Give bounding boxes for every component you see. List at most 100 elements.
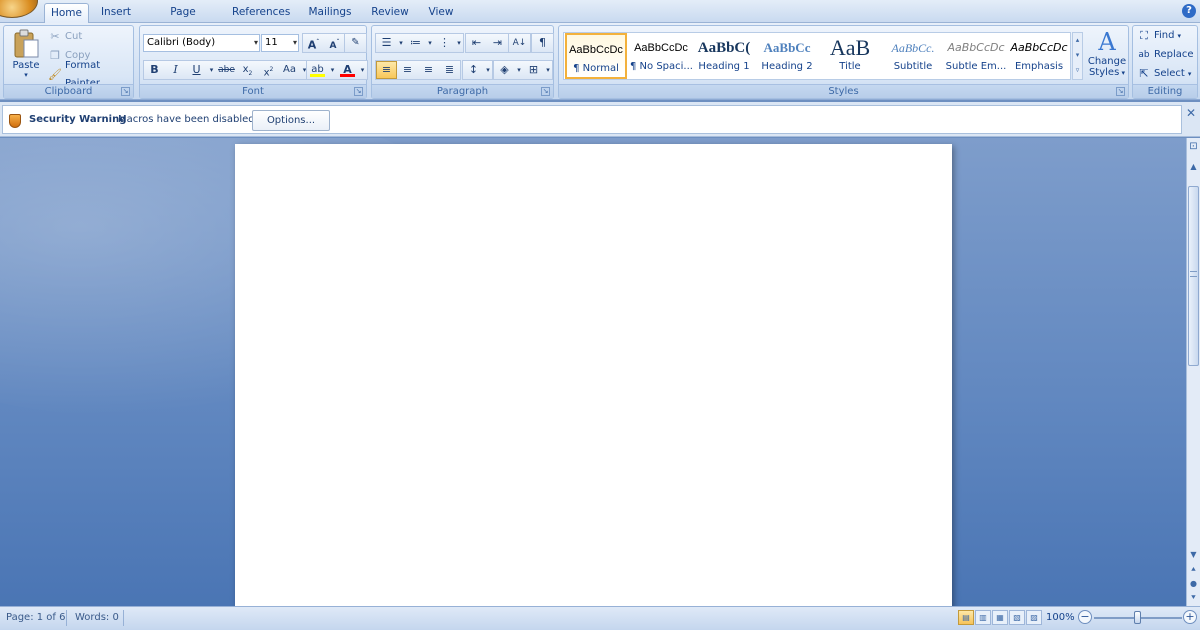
underline-dropdown-icon[interactable]: ▾ (207, 61, 216, 79)
tab-review[interactable]: Review (367, 3, 413, 23)
multilevel-dropdown-icon[interactable]: ▾ (455, 34, 463, 52)
tab-references[interactable]: References (228, 3, 292, 23)
borders-icon[interactable]: ⊞ (523, 61, 544, 79)
strikethrough-icon[interactable]: abe (216, 61, 237, 79)
paste-button[interactable]: Paste ▾ (8, 29, 44, 85)
zoom-slider-thumb[interactable] (1134, 611, 1141, 624)
print-layout-view-button[interactable]: ▤ (958, 610, 974, 625)
close-message-bar-icon[interactable]: ✕ (1186, 106, 1196, 120)
style-emphasis[interactable]: AaBbCcDc Emphasis (1008, 33, 1070, 79)
clipboard-dialog-launcher[interactable]: ↘ (121, 87, 130, 96)
draft-view-button[interactable]: ▨ (1026, 610, 1042, 625)
scroll-up-arrow-icon[interactable]: ▲ (1187, 160, 1200, 173)
decrease-indent-icon[interactable]: ⇤ (466, 34, 487, 52)
style-subtitle[interactable]: AaBbCc. Subtitle (882, 33, 944, 79)
style-no-spacing[interactable]: AaBbCcDc ¶ No Spaci... (630, 33, 692, 79)
highlight-color-icon[interactable]: ab (307, 61, 328, 79)
numbering-icon[interactable]: ≔ (405, 34, 426, 52)
justify-icon[interactable]: ≣ (439, 61, 460, 79)
office-button[interactable] (0, 0, 38, 18)
cut-button[interactable]: ✂ Cut (48, 28, 82, 46)
multilevel-list-icon[interactable]: ⋮ (434, 34, 455, 52)
format-painter-button[interactable]: 🖌Format Painter (48, 60, 133, 89)
increase-indent-icon[interactable]: ⇥ (487, 34, 508, 52)
style-normal[interactable]: AaBbCcDc ¶ Normal (565, 33, 627, 79)
outline-view-button[interactable]: ▧ (1009, 610, 1025, 625)
zoom-in-button[interactable]: + (1183, 610, 1197, 624)
paste-dropdown-icon[interactable]: ▾ (8, 71, 44, 79)
bullets-dropdown-icon[interactable]: ▾ (397, 34, 405, 52)
underline-icon[interactable]: U (186, 61, 207, 79)
sort-button[interactable]: A↓ (508, 33, 531, 53)
shading-border-toolbar: ◈ ▾ ⊞ ▾ (493, 60, 553, 80)
superscript-icon[interactable]: x2 (258, 61, 279, 79)
bold-icon[interactable]: B (144, 61, 165, 79)
align-right-icon[interactable]: ≡ (418, 61, 439, 79)
styles-gallery-scroll[interactable]: ▴ ▾ ▿ (1072, 32, 1083, 80)
align-left-icon[interactable]: ≡ (376, 61, 397, 79)
style-title[interactable]: AaB Title (819, 33, 881, 79)
show-marks-button[interactable]: ¶ (531, 33, 554, 53)
zoom-out-button[interactable]: − (1078, 610, 1092, 624)
select-button[interactable]: ⇱ Select ▾ (1137, 65, 1191, 83)
shading-icon[interactable]: ◈ (494, 61, 515, 79)
security-options-button[interactable]: Options... (252, 110, 330, 131)
bullets-icon[interactable]: ☰ (376, 34, 397, 52)
font-size-combo[interactable]: 11 ▾ (261, 34, 299, 52)
document-workspace (0, 138, 1186, 606)
style-heading-2[interactable]: AaBbCc Heading 2 (756, 33, 818, 79)
replace-label: Replace (1154, 49, 1194, 60)
document-page[interactable] (235, 144, 952, 606)
ruler-toggle-icon[interactable]: ⊡ (1187, 140, 1200, 156)
scroll-down-arrow-icon[interactable]: ▼ (1187, 548, 1200, 561)
tab-home[interactable]: Home (44, 3, 89, 23)
tab-page-layout[interactable]: Page Layout (148, 3, 218, 36)
shading-dropdown-icon[interactable]: ▾ (515, 61, 523, 79)
highlight-dropdown-icon[interactable]: ▾ (328, 61, 337, 79)
previous-page-icon[interactable]: ⯅ (1187, 563, 1200, 576)
security-warning-bar: Security Warning Macros have been disabl… (2, 105, 1182, 134)
find-button[interactable]: ⛶ Find ▾ (1137, 27, 1181, 45)
browse-object-icon[interactable]: ● (1187, 577, 1200, 590)
next-page-icon[interactable]: ⯆ (1187, 591, 1200, 604)
tab-insert[interactable]: Insert (96, 3, 136, 23)
page-count-status[interactable]: Page: 1 of 6 (6, 611, 65, 625)
paragraph-dialog-launcher[interactable]: ↘ (541, 87, 550, 96)
numbering-dropdown-icon[interactable]: ▾ (426, 34, 434, 52)
help-icon[interactable]: ? (1182, 4, 1196, 18)
font-name-combo[interactable]: Calibri (Body) ▾ (143, 34, 260, 52)
clear-formatting-button[interactable]: ✎ (344, 33, 367, 53)
align-center-icon[interactable]: ≡ (397, 61, 418, 79)
shrink-font-icon[interactable]: Aˇ (324, 34, 345, 52)
styles-dialog-launcher[interactable]: ↘ (1116, 87, 1125, 96)
select-dropdown-icon[interactable]: ▾ (1188, 65, 1192, 83)
replace-button[interactable]: ab Replace (1137, 46, 1194, 64)
line-spacing-button[interactable]: ↕ ▾ (462, 60, 493, 80)
font-color-dropdown-icon[interactable]: ▾ (358, 61, 367, 79)
font-size-dropdown-icon[interactable]: ▾ (293, 35, 297, 51)
change-case-icon[interactable]: Aa (279, 61, 300, 79)
change-styles-button[interactable]: A Change Styles ▾ (1087, 28, 1127, 84)
find-label: Find (1154, 30, 1175, 41)
line-spacing-icon: ↕ (468, 63, 479, 76)
font-dialog-launcher[interactable]: ↘ (354, 87, 363, 96)
style-heading-1[interactable]: AaBbC( Heading 1 (693, 33, 755, 79)
italic-icon[interactable]: I (165, 61, 186, 79)
line-spacing-dropdown-icon[interactable]: ▾ (484, 61, 492, 79)
subscript-icon[interactable]: x2 (237, 61, 258, 79)
zoom-level-label[interactable]: 100% (1046, 611, 1075, 625)
find-dropdown-icon[interactable]: ▾ (1178, 27, 1182, 45)
font-name-dropdown-icon[interactable]: ▾ (254, 35, 258, 51)
full-screen-reading-view-button[interactable]: ▥ (975, 610, 991, 625)
pilcrow-icon: ¶ (539, 36, 546, 49)
style-subtle-emphasis[interactable]: AaBbCcDc Subtle Em... (945, 33, 1007, 79)
tab-mailings[interactable]: Mailings (303, 3, 357, 23)
web-layout-view-button[interactable]: ▦ (992, 610, 1008, 625)
scroll-thumb[interactable] (1188, 186, 1199, 366)
vertical-scrollbar[interactable]: ⊡ ▲ ▼ ⯅ ● ⯆ (1186, 138, 1200, 606)
word-count-status[interactable]: Words: 0 (75, 611, 119, 625)
borders-dropdown-icon[interactable]: ▾ (544, 61, 552, 79)
grow-font-icon[interactable]: Aˆ (303, 34, 324, 52)
font-color-icon[interactable]: A (337, 61, 358, 79)
tab-view[interactable]: View (424, 3, 458, 23)
